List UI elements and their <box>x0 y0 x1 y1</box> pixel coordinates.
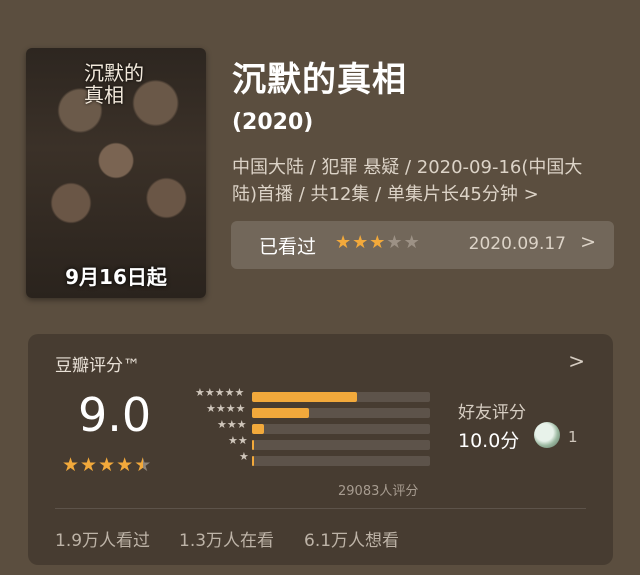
star-filled-icon: ★ <box>369 232 387 253</box>
distribution-stars-icon: ★★★ <box>217 418 247 431</box>
distribution-bar <box>252 392 358 402</box>
rating-stars: ★★★★★ <box>62 454 152 476</box>
distribution-row-3: ★★★ <box>178 418 438 434</box>
star-filled-icon: ★ <box>352 232 370 253</box>
distribution-stars-icon: ★★ <box>228 434 248 447</box>
watched-date: 2020.09.17 <box>468 234 566 254</box>
distribution-bar <box>252 456 254 466</box>
star-filled-icon: ★ <box>335 232 353 253</box>
distribution-track <box>252 424 430 434</box>
distribution-row-2: ★★ <box>178 434 438 450</box>
stat-watched[interactable]: 1.9万人看过 <box>55 526 150 551</box>
watched-status-bar[interactable]: 已看过 ★★★★★ 2020.09.17 > <box>231 221 614 269</box>
show-meta[interactable]: 中国大陆 / 犯罪 悬疑 / 2020-09-16(中国大陆)首播 / 共12集… <box>232 154 602 208</box>
distribution-stars-icon: ★ <box>239 450 249 463</box>
distribution-bar <box>252 408 309 418</box>
distribution-track <box>252 408 430 418</box>
stat-watching[interactable]: 1.3万人在看 <box>179 526 274 551</box>
rating-card-title: 豆瓣评分™ <box>55 356 140 376</box>
distribution-stars-icon: ★★★★ <box>206 402 246 415</box>
star-filled-icon: ★ <box>98 454 117 476</box>
star-filled-icon: ★ <box>62 454 81 476</box>
friend-count: 1 <box>568 428 578 446</box>
distribution-row-1: ★ <box>178 450 438 466</box>
friend-rating-score: 10.0分 <box>458 430 520 452</box>
distribution-bar <box>252 424 265 434</box>
poster-date-label: 9月16日起 <box>65 265 167 289</box>
distribution-track <box>252 440 430 450</box>
star-filled-icon: ★ <box>80 454 99 476</box>
douban-rating-card[interactable]: 豆瓣评分™ > 9.0 ★★★★★ ★★★★★ ★★★★ ★★★ ★★ ★ 29083人… <box>28 334 613 565</box>
distribution-stars-icon: ★★★★★ <box>195 386 245 399</box>
distribution-row-4: ★★★★ <box>178 402 438 418</box>
chevron-right-icon[interactable]: > <box>568 349 585 373</box>
watched-label: 已看过 <box>259 236 317 258</box>
release-year: (2020) <box>232 110 314 135</box>
rating-count: 29083人评分 <box>338 484 419 499</box>
rating-score: 9.0 <box>78 388 152 442</box>
friend-rating-label: 好友评分 <box>458 403 526 423</box>
page-title: 沉默的真相 <box>232 60 407 100</box>
friend-avatar[interactable] <box>534 422 560 448</box>
chevron-right-icon: > <box>580 231 596 253</box>
star-filled-icon: ★ <box>116 454 135 476</box>
poster-title: 沉默的真相 <box>84 61 144 107</box>
distribution-bar <box>252 440 254 450</box>
stat-want-to-watch[interactable]: 6.1万人想看 <box>304 526 399 551</box>
distribution-track <box>252 392 430 402</box>
distribution-track <box>252 456 430 466</box>
star-empty-icon: ★ <box>386 232 404 253</box>
distribution-row-5: ★★★★★ <box>178 386 438 402</box>
my-rating-stars: ★★★★★ <box>335 232 421 253</box>
chevron-right-icon: > <box>523 184 539 205</box>
star-empty-icon: ★ <box>403 232 421 253</box>
poster-image[interactable]: 沉默的真相 9月16日起 <box>26 48 206 298</box>
divider <box>55 508 586 509</box>
star-half-icon: ★ <box>134 454 153 476</box>
